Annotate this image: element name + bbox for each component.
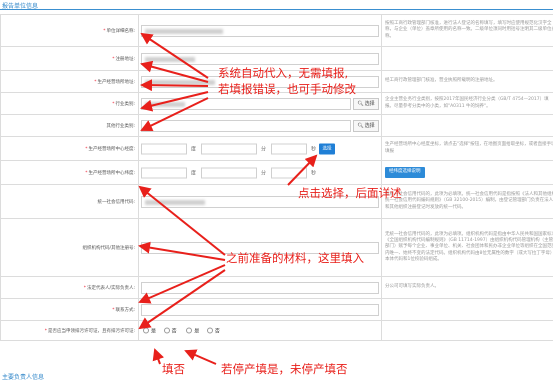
- arrow-to-radio-yes: [186, 351, 216, 364]
- annotation-prepared-material: 之前准备的材料，这里填入: [226, 250, 364, 266]
- arrow-to-contact: [140, 270, 225, 328]
- annotation-production-status: 若停产填是，未停产填否: [221, 361, 348, 377]
- arrow-to-legal-rep: [140, 265, 225, 302]
- annotation-auto-fill: 系统自动代入，无需填报, 若填报错误，也可手动修改: [218, 65, 356, 97]
- arrow-to-registered-address: [142, 64, 208, 82]
- arrow-to-unit-name: [142, 34, 208, 78]
- arrow-to-site-address: [142, 85, 208, 86]
- arrow-to-credit-code: [140, 187, 225, 255]
- arrow-to-industry: [142, 92, 208, 108]
- arrow-to-radio-no: [155, 350, 160, 364]
- arrow-to-org-code: [140, 246, 225, 260]
- arrow-to-other-industry: [142, 98, 208, 130]
- annotation-fill-no: 填否: [162, 361, 185, 377]
- annotation-arrows: [0, 0, 553, 380]
- arrow-to-select-button: [288, 156, 316, 185]
- annotation-click-select: 点击选择，后面详述: [298, 185, 402, 201]
